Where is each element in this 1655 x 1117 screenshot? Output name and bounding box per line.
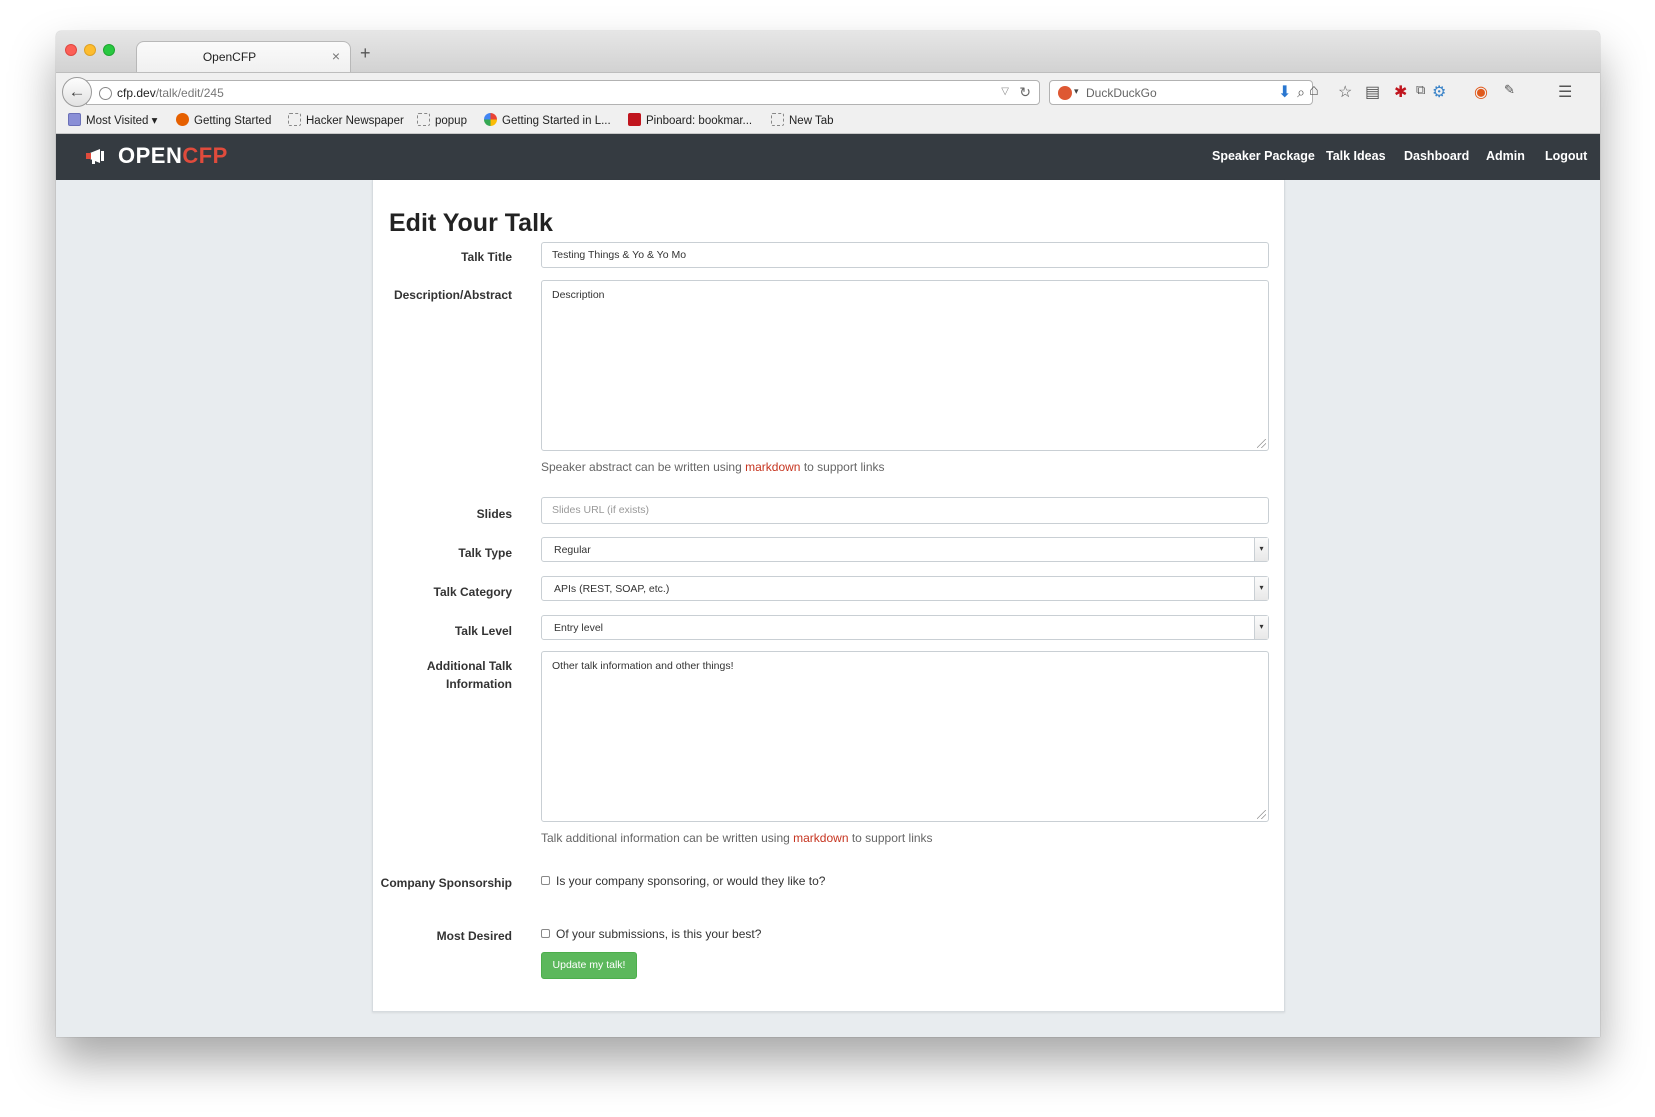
markdown-link[interactable]: markdown — [745, 460, 800, 474]
bookmarks-bar: Most Visited ▾ Getting Started Hacker Ne… — [56, 108, 1600, 134]
search-input[interactable]: DuckDuckGo — [1086, 86, 1157, 100]
bookmark-most-visited[interactable]: Most Visited ▾ — [68, 113, 157, 127]
home-icon[interactable]: ⌂ — [1309, 82, 1319, 100]
tab-close-icon[interactable]: × — [332, 48, 340, 64]
menu-icon[interactable]: ☰ — [1558, 82, 1572, 102]
url-host: cfp.dev — [117, 86, 156, 100]
bookmark-getting-started[interactable]: Getting Started — [176, 113, 271, 127]
extension-bug-icon[interactable]: ✎ — [1504, 82, 1515, 98]
url-text[interactable]: cfp.dev/talk/edit/245 — [117, 86, 224, 100]
talk-type-value: Regular — [554, 544, 591, 556]
firefox-icon — [176, 113, 189, 126]
new-tab-button[interactable]: + — [360, 43, 371, 64]
most-desired-checkbox-row[interactable]: Of your submissions, is this your best? — [541, 927, 761, 941]
additional-info-textarea[interactable]: Other talk information and other things! — [541, 651, 1269, 822]
talk-category-label: Talk Category — [433, 585, 512, 599]
google-icon — [484, 113, 497, 126]
talk-category-select[interactable]: APIs (REST, SOAP, etc.) ▾ — [541, 576, 1269, 601]
bookmark-pinboard[interactable]: Pinboard: bookmar... — [628, 113, 752, 127]
url-dropdown-icon[interactable]: ▽ — [1001, 86, 1009, 97]
slides-label: Slides — [476, 507, 512, 521]
browser-window: OpenCFP × + cfp.dev/talk/edit/245 ▽ ↻ ← … — [56, 31, 1600, 1037]
folder-icon — [68, 113, 81, 126]
sponsorship-text: Is your company sponsoring, or would the… — [556, 874, 826, 888]
browser-navbar: cfp.dev/talk/edit/245 ▽ ↻ ← ▾ DuckDuckGo… — [56, 72, 1600, 108]
back-button[interactable]: ← — [62, 77, 92, 107]
resize-grip-icon[interactable] — [1257, 439, 1266, 448]
search-icon[interactable]: ⌕ — [1297, 84, 1305, 101]
nav-dashboard[interactable]: Dashboard — [1404, 149, 1469, 163]
tab-title: OpenCFP — [202, 50, 257, 64]
description-label: Description/Abstract — [393, 288, 512, 302]
url-path: /talk/edit/245 — [155, 86, 224, 100]
talk-category-value: APIs (REST, SOAP, etc.) — [554, 583, 670, 595]
pinboard-extension-icon[interactable]: ✱ — [1394, 82, 1407, 102]
minimize-window-button[interactable] — [84, 44, 96, 56]
talk-level-value: Entry level — [554, 622, 604, 634]
duckduckgo-icon[interactable] — [1058, 86, 1072, 100]
sponsorship-checkbox-row[interactable]: Is your company sponsoring, or would the… — [541, 874, 825, 888]
bookmark-popup[interactable]: popup — [417, 113, 467, 127]
reading-list-icon[interactable]: ▤ — [1365, 82, 1380, 102]
talk-title-input[interactable]: Testing Things & Yo & Yo Mo — [541, 242, 1269, 268]
markdown-link[interactable]: markdown — [793, 831, 848, 845]
talk-type-select[interactable]: Regular ▾ — [541, 537, 1269, 562]
pinboard-icon — [628, 113, 641, 126]
chevron-down-icon: ▾ — [1254, 577, 1268, 600]
extension-icon[interactable]: ⧉ — [1416, 82, 1425, 98]
most-desired-label: Most Desired — [436, 929, 512, 943]
page-title: Edit Your Talk — [389, 209, 553, 237]
close-window-button[interactable] — [65, 44, 77, 56]
talk-title-label: Talk Title — [461, 250, 512, 264]
description-text: Description — [552, 289, 605, 301]
page-icon — [417, 113, 430, 126]
search-bar[interactable]: ▾ DuckDuckGo ⌕ — [1049, 80, 1313, 105]
bookmark-new-tab[interactable]: New Tab — [771, 113, 834, 127]
update-talk-button[interactable]: Update my talk! — [541, 952, 637, 979]
description-textarea[interactable]: Description — [541, 280, 1269, 451]
talk-level-select[interactable]: Entry level ▾ — [541, 615, 1269, 640]
bookmark-hacker-newspaper[interactable]: Hacker Newspaper — [288, 113, 404, 127]
chevron-down-icon: ▾ — [1254, 538, 1268, 561]
nav-logout[interactable]: Logout — [1545, 149, 1587, 163]
slides-input[interactable]: Slides URL (if exists) — [541, 497, 1269, 524]
reload-icon[interactable]: ↻ — [1019, 84, 1031, 101]
bookmark-getting-started-l[interactable]: Getting Started in L... — [484, 113, 611, 127]
additional-info-text: Other talk information and other things! — [552, 660, 734, 672]
site-header: OPENCFP Speaker Package Talk Ideas Dashb… — [56, 134, 1600, 180]
download-icon[interactable]: ⬇ — [1278, 82, 1291, 102]
url-bar[interactable]: cfp.dev/talk/edit/245 ▽ ↻ — [86, 80, 1040, 105]
megaphone-icon — [86, 149, 104, 164]
ublock-icon[interactable]: ◉ — [1474, 82, 1488, 102]
page-icon — [288, 113, 301, 126]
nav-talk-ideas[interactable]: Talk Ideas — [1326, 149, 1386, 163]
additional-info-help: Talk additional information can be writt… — [541, 831, 933, 845]
talk-type-label: Talk Type — [458, 546, 512, 560]
sponsorship-checkbox[interactable] — [541, 876, 550, 885]
additional-info-label: Additional Talk Information — [426, 659, 512, 691]
network-extension-icon[interactable]: ⚙ — [1432, 82, 1446, 102]
nav-speaker-package[interactable]: Speaker Package — [1212, 149, 1315, 163]
tab-strip: OpenCFP × + — [56, 31, 1600, 73]
most-desired-text: Of your submissions, is this your best? — [556, 927, 762, 941]
globe-icon — [99, 87, 112, 100]
sponsorship-label: Company Sponsorship — [380, 876, 512, 890]
browser-tab[interactable]: OpenCFP × — [136, 41, 351, 73]
most-desired-checkbox[interactable] — [541, 929, 550, 938]
maximize-window-button[interactable] — [103, 44, 115, 56]
chevron-down-icon: ▾ — [1254, 616, 1268, 639]
nav-admin[interactable]: Admin — [1486, 149, 1525, 163]
search-engine-dropdown-icon[interactable]: ▾ — [1074, 86, 1079, 97]
description-help: Speaker abstract can be written using ma… — [541, 460, 885, 474]
opencfp-logo[interactable]: OPENCFP — [86, 143, 228, 169]
talk-level-label: Talk Level — [454, 624, 512, 638]
resize-grip-icon[interactable] — [1257, 810, 1266, 819]
bookmark-star-icon[interactable]: ☆ — [1338, 82, 1352, 102]
edit-talk-card: Edit Your Talk Talk Title Testing Things… — [372, 180, 1285, 1012]
page-icon — [771, 113, 784, 126]
